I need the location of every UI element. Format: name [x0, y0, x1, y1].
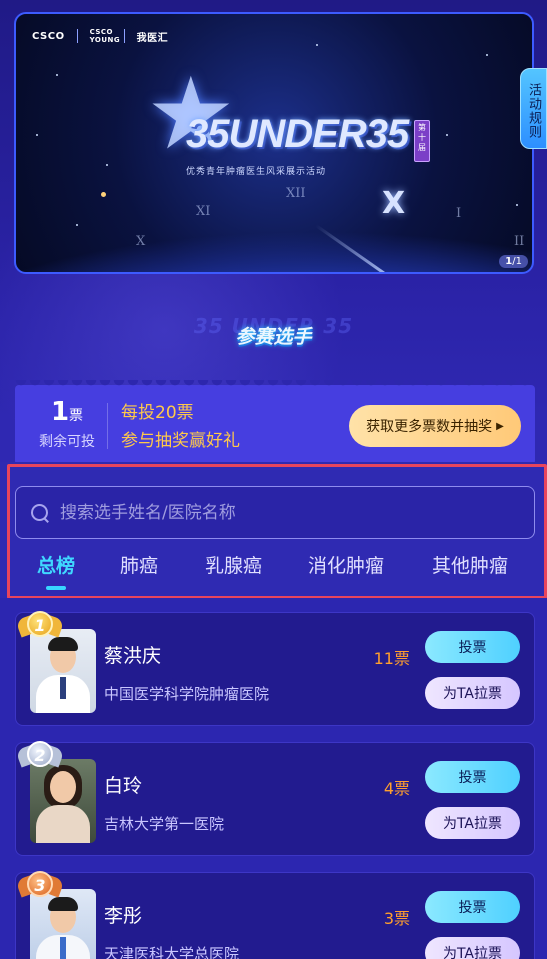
candidate-hospital: 吉林大学第一医院: [104, 815, 225, 833]
canvass-button[interactable]: 为TA拉票: [425, 677, 520, 709]
promo-line-2: 参与抽奖赢好礼: [121, 431, 240, 451]
rank-number: 3: [27, 871, 53, 897]
banner-title: 35UNDER35: [186, 112, 409, 156]
rank-number: 1: [27, 611, 53, 637]
vote-summary-card: 1票 剩余可投 每投20票 参与抽奖赢好礼 获取更多票数并抽奖 ▶: [15, 380, 535, 465]
csco-young-logo: CSCO YOUNG: [89, 28, 121, 44]
rank-number: 2: [27, 741, 53, 767]
tab-lung-cancer[interactable]: 肺癌: [120, 552, 158, 580]
candidate-name: 蔡洪庆: [104, 645, 162, 667]
section-title: 参赛选手: [235, 326, 312, 348]
lottery-promo: 每投20票 参与抽奖赢好礼: [121, 399, 240, 455]
logo-divider: [123, 29, 125, 43]
rank-2-medal-icon: 2: [15, 741, 65, 775]
activity-rules-button[interactable]: 活动规则: [520, 68, 547, 149]
section-heading: 35 UNDER 35 参赛选手: [0, 308, 547, 348]
clock-numeral: I: [456, 206, 462, 221]
get-more-votes-button[interactable]: 获取更多票数并抽奖 ▶: [349, 405, 521, 447]
tab-digestive-tumor[interactable]: 消化肿瘤: [308, 552, 384, 580]
search-icon: [30, 503, 50, 523]
clock-numeral: II: [514, 234, 525, 249]
tab-other-tumor[interactable]: 其他肿瘤: [432, 552, 508, 580]
banner-pager: 1/1: [499, 255, 528, 268]
canvass-button[interactable]: 为TA拉票: [425, 937, 520, 959]
banner-subtitle: 优秀青年肿瘤医生风采展示活动: [186, 167, 327, 177]
logo-divider: [76, 29, 78, 43]
clock-numeral: XI: [196, 204, 211, 219]
clock-hand: [315, 224, 399, 272]
vote-button[interactable]: 投票: [425, 891, 520, 923]
get-more-votes-label: 获取更多票数并抽奖: [366, 419, 493, 435]
promo-line-1: 每投20票: [121, 403, 194, 423]
rank-3-medal-icon: 3: [15, 871, 65, 905]
candidate-card[interactable]: 1 蔡洪庆 中国医学科学院肿瘤医院 11票 投票 为TA拉票: [15, 611, 535, 726]
play-arrow-icon: ▶: [496, 420, 504, 432]
vote-button[interactable]: 投票: [425, 761, 520, 793]
canvass-button[interactable]: 为TA拉票: [425, 807, 520, 839]
search-input[interactable]: [60, 502, 500, 523]
candidate-vote-count: 4票: [383, 779, 410, 798]
remaining-votes: 1票 剩余可投: [29, 397, 105, 451]
candidate-name: 白玲: [104, 775, 143, 797]
vote-divider: [107, 403, 108, 449]
vote-button[interactable]: 投票: [425, 631, 520, 663]
csco-logo: CSCO: [32, 30, 65, 42]
candidate-vote-count: 11票: [373, 649, 410, 668]
search-box[interactable]: [15, 486, 535, 539]
remaining-votes-unit: 票: [69, 408, 84, 424]
candidate-hospital: 天津医科大学总医院: [104, 945, 240, 959]
clock-x-mark: X: [382, 186, 406, 221]
remaining-votes-number: 1: [50, 397, 70, 427]
candidate-vote-count: 3票: [383, 909, 410, 928]
remaining-votes-label: 剩余可投: [39, 434, 95, 450]
tab-breast-cancer[interactable]: 乳腺癌: [205, 552, 262, 580]
event-banner[interactable]: CSCO CSCO YOUNG 我医汇 XI XII I II X X ★ 35…: [14, 12, 534, 274]
pager-total: /1: [512, 256, 522, 267]
banner-logos: CSCO CSCO YOUNG 我医汇: [32, 28, 168, 44]
clock-numeral: XII: [286, 186, 306, 201]
candidate-name: 李彤: [104, 905, 143, 927]
banner-title-logo: ★ 35UNDER35 第十届 优秀青年肿瘤医生风采展示活动: [146, 64, 446, 184]
clock-numeral: X: [136, 234, 146, 249]
woyihui-logo: 我医汇: [136, 32, 169, 44]
edition-badge: 第十届: [414, 120, 430, 162]
card-scallop-edge: [15, 380, 535, 390]
candidate-card[interactable]: 2 白玲 吉林大学第一医院 4票 投票 为TA拉票: [15, 741, 535, 856]
tab-overall[interactable]: 总榜: [37, 552, 75, 590]
rank-1-medal-icon: 1: [15, 611, 65, 645]
candidate-hospital: 中国医学科学院肿瘤医院: [104, 685, 270, 703]
candidate-card[interactable]: 3 李彤 天津医科大学总医院 3票 投票 为TA拉票: [15, 871, 535, 959]
category-tabs: 总榜 肺癌 乳腺癌 消化肿瘤 其他肿瘤: [15, 552, 535, 592]
